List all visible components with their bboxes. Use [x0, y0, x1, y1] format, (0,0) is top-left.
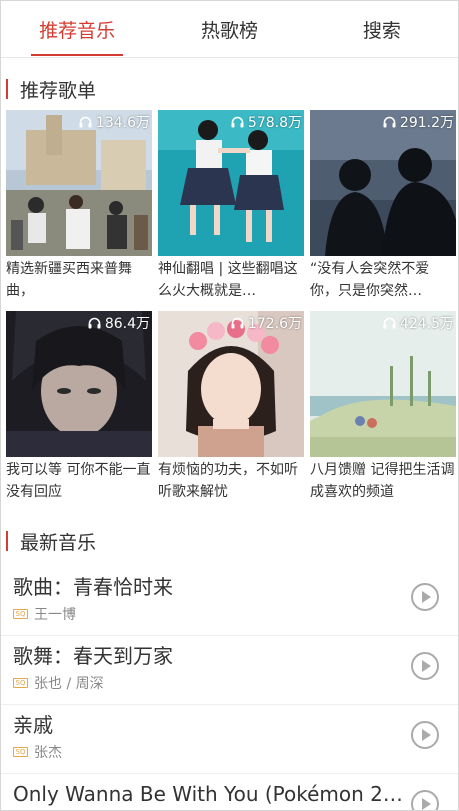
- play-count: 291.2万: [383, 112, 454, 132]
- headphones-icon: [383, 116, 396, 128]
- playlist-cover: 578.8万: [158, 110, 304, 256]
- song-artist: 王一博: [34, 607, 76, 623]
- song-item[interactable]: 亲戚 SQ 张杰: [1, 705, 458, 774]
- play-icon[interactable]: [411, 790, 439, 810]
- headphones-icon: [79, 116, 92, 128]
- headphones-icon: [231, 116, 244, 128]
- tab-label: 热歌榜: [200, 19, 258, 42]
- playlist-cover: 172.6万: [158, 311, 304, 457]
- tab-bar: 推荐音乐 热歌榜 搜索: [1, 1, 458, 58]
- playlist-card[interactable]: 86.4万 我可以等 可你不能一直没有回应: [6, 311, 152, 504]
- playlist-title: 有烦恼的功夫，不如听听歌来解忧: [158, 462, 298, 500]
- song-meta: SQ 张也 / 周深: [13, 673, 458, 693]
- play-count: 424.5万: [383, 313, 454, 333]
- song-artist: 张也 / 周深: [34, 676, 104, 692]
- play-count: 172.6万: [231, 313, 302, 333]
- sq-badge-icon: SQ: [13, 609, 28, 619]
- song-artist: 张杰: [34, 745, 62, 761]
- headphones-icon: [231, 317, 244, 329]
- sq-badge-icon: SQ: [13, 747, 28, 757]
- song-name: 歌舞：春天到万家: [13, 644, 173, 668]
- song-list: 歌曲：青春恰时来 SQ 王一博 歌舞：春天到万家 SQ 张也 / 周深 亲戚 S…: [1, 567, 458, 810]
- song-meta: SQ 张杰: [13, 742, 458, 762]
- playlist-card[interactable]: 172.6万 有烦恼的功夫，不如听听歌来解忧: [158, 311, 304, 504]
- playlist-card[interactable]: 291.2万 “没有人会突然不爱你，只是你突然…: [310, 110, 456, 303]
- playlist-title: 我可以等 可你不能一直没有回应: [6, 462, 151, 500]
- tab-search[interactable]: 搜索: [306, 1, 458, 57]
- section-accent-bar: [6, 531, 8, 551]
- playlist-title: “没有人会突然不爱你，只是你突然…: [310, 261, 430, 299]
- play-count: 578.8万: [231, 112, 302, 132]
- song-name: Only Wanna Be With You (Pokémon 25…: [13, 782, 407, 806]
- tab-label: 推荐音乐: [39, 19, 116, 42]
- sq-badge-icon: SQ: [13, 678, 28, 688]
- section-title-text: 最新音乐: [20, 531, 97, 554]
- playlist-cover: 291.2万: [310, 110, 456, 256]
- tab-hot-chart[interactable]: 热歌榜: [153, 1, 305, 57]
- playlist-title: 精选新疆买西来普舞曲，: [6, 261, 132, 299]
- play-icon[interactable]: [411, 721, 439, 749]
- playlist-cover: 86.4万: [6, 311, 152, 457]
- playlist-title: 神仙翻唱 | 这些翻唱这么火大概就是…: [158, 261, 298, 299]
- app-frame: 推荐音乐 热歌榜 搜索 推荐歌单 134.6万 精选新疆买西来普舞曲， 578.…: [0, 0, 459, 811]
- play-count: 134.6万: [79, 112, 150, 132]
- section-title-latest: 最新音乐: [1, 529, 97, 554]
- play-count-value: 172.6万: [247, 316, 302, 332]
- playlist-card[interactable]: 578.8万 神仙翻唱 | 这些翻唱这么火大概就是…: [158, 110, 304, 303]
- play-icon[interactable]: [411, 652, 439, 680]
- song-name: 歌曲：青春恰时来: [13, 575, 173, 599]
- play-icon[interactable]: [411, 583, 439, 611]
- headphones-icon: [88, 317, 101, 329]
- playlist-title: 八月馈赠 记得把生活调成喜欢的频道: [310, 462, 455, 500]
- song-item[interactable]: 歌曲：青春恰时来 SQ 王一博: [1, 567, 458, 636]
- section-title-recommend: 推荐歌单: [1, 77, 97, 102]
- section-title-text: 推荐歌单: [20, 79, 97, 102]
- play-count: 86.4万: [88, 313, 150, 333]
- song-name: 亲戚: [13, 713, 53, 737]
- headphones-icon: [383, 317, 396, 329]
- section-accent-bar: [6, 79, 8, 99]
- tab-label: 搜索: [362, 19, 401, 42]
- song-meta: SQ 王一博: [13, 604, 458, 624]
- playlist-card[interactable]: 134.6万 精选新疆买西来普舞曲，: [6, 110, 152, 303]
- song-item[interactable]: 歌舞：春天到万家 SQ 张也 / 周深: [1, 636, 458, 705]
- play-count-value: 578.8万: [247, 115, 302, 131]
- tab-recommend[interactable]: 推荐音乐: [1, 1, 153, 57]
- song-item[interactable]: Only Wanna Be With You (Pokémon 25… SQ: [1, 774, 458, 810]
- playlist-grid: 134.6万 精选新疆买西来普舞曲， 578.8万 神仙翻唱 | 这些翻唱这么火…: [6, 110, 458, 504]
- play-count-value: 291.2万: [399, 115, 454, 131]
- active-tab-underline: [31, 54, 124, 56]
- play-count-value: 424.5万: [399, 316, 454, 332]
- play-count-value: 134.6万: [95, 115, 150, 131]
- playlist-card[interactable]: 424.5万 八月馈赠 记得把生活调成喜欢的频道: [310, 311, 456, 504]
- playlist-cover: 134.6万: [6, 110, 152, 256]
- play-count-value: 86.4万: [104, 316, 150, 332]
- playlist-cover: 424.5万: [310, 311, 456, 457]
